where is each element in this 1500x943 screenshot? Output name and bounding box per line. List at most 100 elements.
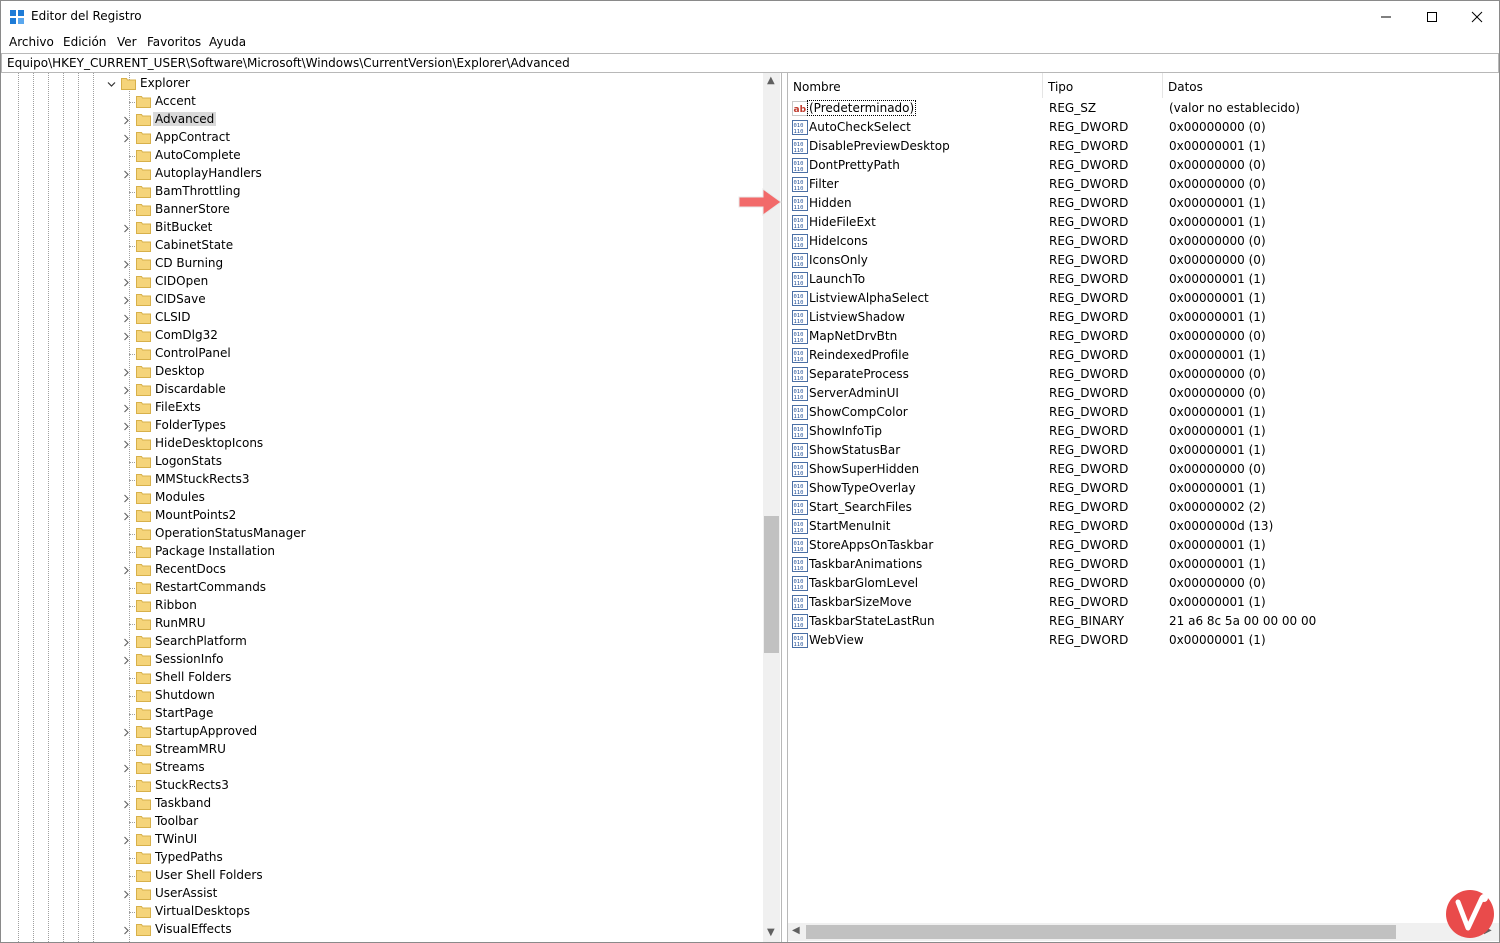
value-row[interactable]: 010 110 MapNetDrvBtn REG_DWORD 0x00000000 (0…	[788, 327, 1488, 346]
scroll-down-icon[interactable]: ▼	[767, 927, 775, 938]
scroll-thumb[interactable]	[806, 925, 1396, 939]
chevron-right-icon[interactable]	[122, 332, 130, 341]
tree-item[interactable]: CIDSave	[1, 291, 761, 309]
tree-item[interactable]: Modules	[1, 489, 761, 507]
tree-item[interactable]: RunMRU	[1, 615, 761, 633]
value-row[interactable]: 010 110 DontPrettyPath REG_DWORD 0x00000000 …	[788, 156, 1488, 175]
tree-item[interactable]: AutoComplete	[1, 147, 761, 165]
value-row[interactable]: 010 110 Start_SearchFiles REG_DWORD 0x000000…	[788, 498, 1488, 517]
title-bar[interactable]: Editor del Registro	[1, 1, 1499, 32]
tree-item[interactable]: AutoplayHandlers	[1, 165, 761, 183]
chevron-right-icon[interactable]	[122, 440, 130, 449]
value-row[interactable]: 010 110 ServerAdminUI REG_DWORD 0x00000000 (…	[788, 384, 1488, 403]
tree-item[interactable]: FileExts	[1, 399, 761, 417]
value-row[interactable]: 010 110 ShowSuperHidden REG_DWORD 0x00000000…	[788, 460, 1488, 479]
scroll-up-icon[interactable]: ▲	[767, 75, 775, 86]
menu-edicion[interactable]: Edición	[63, 35, 106, 49]
value-row[interactable]: 010 110 ShowInfoTip REG_DWORD 0x00000001 (1)	[788, 422, 1488, 441]
chevron-right-icon[interactable]	[122, 512, 130, 521]
tree-item[interactable]: ComDlg32	[1, 327, 761, 345]
value-row[interactable]: 010 110 HideIcons REG_DWORD 0x00000000 (0)	[788, 232, 1488, 251]
tree-item[interactable]: Taskband	[1, 795, 761, 813]
chevron-right-icon[interactable]	[122, 566, 130, 575]
value-row[interactable]: 010 110 SeparateProcess REG_DWORD 0x00000000…	[788, 365, 1488, 384]
menu-ayuda[interactable]: Ayuda	[209, 35, 246, 49]
chevron-right-icon[interactable]	[122, 386, 130, 395]
value-row[interactable]: 010 110 ShowTypeOverlay REG_DWORD 0x00000001…	[788, 479, 1488, 498]
chevron-right-icon[interactable]	[122, 656, 130, 665]
chevron-right-icon[interactable]	[122, 494, 130, 503]
chevron-right-icon[interactable]	[122, 278, 130, 287]
chevron-right-icon[interactable]	[122, 890, 130, 899]
value-row[interactable]: 010 110 ListviewShadow REG_DWORD 0x00000001 …	[788, 308, 1488, 327]
chevron-right-icon[interactable]	[122, 134, 130, 143]
tree-item[interactable]: User Shell Folders	[1, 867, 761, 885]
tree-item[interactable]: Shell Folders	[1, 669, 761, 687]
tree-item[interactable]: RestartCommands	[1, 579, 761, 597]
tree-item[interactable]: FolderTypes	[1, 417, 761, 435]
value-row[interactable]: 010 110 ReindexedProfile REG_DWORD 0x0000000…	[788, 346, 1488, 365]
value-row[interactable]: 010 110 Filter REG_DWORD 0x00000000 (0)	[788, 175, 1488, 194]
tree-item[interactable]: CD Burning	[1, 255, 761, 273]
chevron-right-icon[interactable]	[122, 296, 130, 305]
minimize-button[interactable]	[1363, 1, 1409, 32]
value-row[interactable]: 010 110 TaskbarGlomLevel REG_DWORD 0x0000000…	[788, 574, 1488, 593]
value-row[interactable]: 010 110 ShowCompColor REG_DWORD 0x00000001 (…	[788, 403, 1488, 422]
column-header-datos[interactable]: Datos	[1163, 73, 1493, 98]
value-row[interactable]: 010 110 StoreAppsOnTaskbar REG_DWORD 0x00000…	[788, 536, 1488, 555]
value-row[interactable]: ab (Predeterminado) REG_SZ (valor no establ…	[788, 99, 1488, 118]
value-row[interactable]: 010 110 WebView REG_DWORD 0x00000001 (1)	[788, 631, 1488, 650]
chevron-right-icon[interactable]	[122, 404, 130, 413]
tree-item[interactable]: Package Installation	[1, 543, 761, 561]
value-row[interactable]: 010 110 StartMenuInit REG_DWORD 0x0000000d (…	[788, 517, 1488, 536]
tree-item[interactable]: ControlPanel	[1, 345, 761, 363]
value-row[interactable]: 010 110 TaskbarStateLastRun REG_BINARY 21 a6…	[788, 612, 1488, 631]
tree-item[interactable]: StartupApproved	[1, 723, 761, 741]
chevron-right-icon[interactable]	[122, 116, 130, 125]
tree-item[interactable]: TypedPaths	[1, 849, 761, 867]
menu-archivo[interactable]: Archivo	[9, 35, 54, 49]
menu-ver[interactable]: Ver	[117, 35, 137, 49]
address-bar[interactable]: Equipo\HKEY_CURRENT_USER\Software\Micros…	[1, 53, 1499, 73]
tree-item[interactable]: HideDesktopIcons	[1, 435, 761, 453]
close-button[interactable]	[1454, 1, 1499, 32]
chevron-right-icon[interactable]	[122, 638, 130, 647]
tree-item[interactable]: Desktop	[1, 363, 761, 381]
value-row[interactable]: 010 110 ShowStatusBar REG_DWORD 0x00000001 (…	[788, 441, 1488, 460]
chevron-right-icon[interactable]	[122, 926, 130, 935]
key-tree-pane[interactable]: Explorer Accent Advanced AppContract AutoCo…	[1, 73, 782, 942]
tree-item[interactable]: MountPoints2	[1, 507, 761, 525]
chevron-right-icon[interactable]	[122, 764, 130, 773]
tree-item[interactable]: StreamMRU	[1, 741, 761, 759]
tree-item[interactable]: BitBucket	[1, 219, 761, 237]
tree-item[interactable]: MMStuckRects3	[1, 471, 761, 489]
tree-item[interactable]: CabinetState	[1, 237, 761, 255]
scroll-thumb[interactable]	[764, 516, 779, 653]
chevron-right-icon[interactable]	[122, 836, 130, 845]
tree-item[interactable]: StartPage	[1, 705, 761, 723]
column-header-nombre[interactable]: Nombre	[788, 73, 1042, 98]
value-row[interactable]: 010 110 HideFileExt REG_DWORD 0x00000001 (1)	[788, 213, 1488, 232]
chevron-right-icon[interactable]	[122, 260, 130, 269]
chevron-down-icon[interactable]	[107, 80, 116, 88]
chevron-right-icon[interactable]	[122, 224, 130, 233]
value-row[interactable]: 010 110 TaskbarAnimations REG_DWORD 0x000000…	[788, 555, 1488, 574]
tree-item[interactable]: SessionInfo	[1, 651, 761, 669]
tree-item[interactable]: StuckRects3	[1, 777, 761, 795]
values-pane[interactable]: Nombre Tipo Datos ab (Predeterminado) REG_…	[788, 73, 1499, 942]
tree-item[interactable]: BannerStore	[1, 201, 761, 219]
value-row[interactable]: 010 110 TaskbarSizeMove REG_DWORD 0x00000001…	[788, 593, 1488, 612]
tree-item[interactable]: Discardable	[1, 381, 761, 399]
chevron-right-icon[interactable]	[122, 368, 130, 377]
tree-item[interactable]: Toolbar	[1, 813, 761, 831]
menu-favoritos[interactable]: Favoritos	[147, 35, 201, 49]
tree-item[interactable]: Ribbon	[1, 597, 761, 615]
tree-item[interactable]: RecentDocs	[1, 561, 761, 579]
value-row[interactable]: 010 110 DisablePreviewDesktop REG_DWORD 0x00…	[788, 137, 1488, 156]
tree-item[interactable]: CLSID	[1, 309, 761, 327]
value-row[interactable]: 010 110 ListviewAlphaSelect REG_DWORD 0x0000…	[788, 289, 1488, 308]
tree-item[interactable]: Accent	[1, 93, 761, 111]
chevron-right-icon[interactable]	[122, 728, 130, 737]
chevron-right-icon[interactable]	[122, 422, 130, 431]
tree-item[interactable]: VirtualDesktops	[1, 903, 761, 921]
